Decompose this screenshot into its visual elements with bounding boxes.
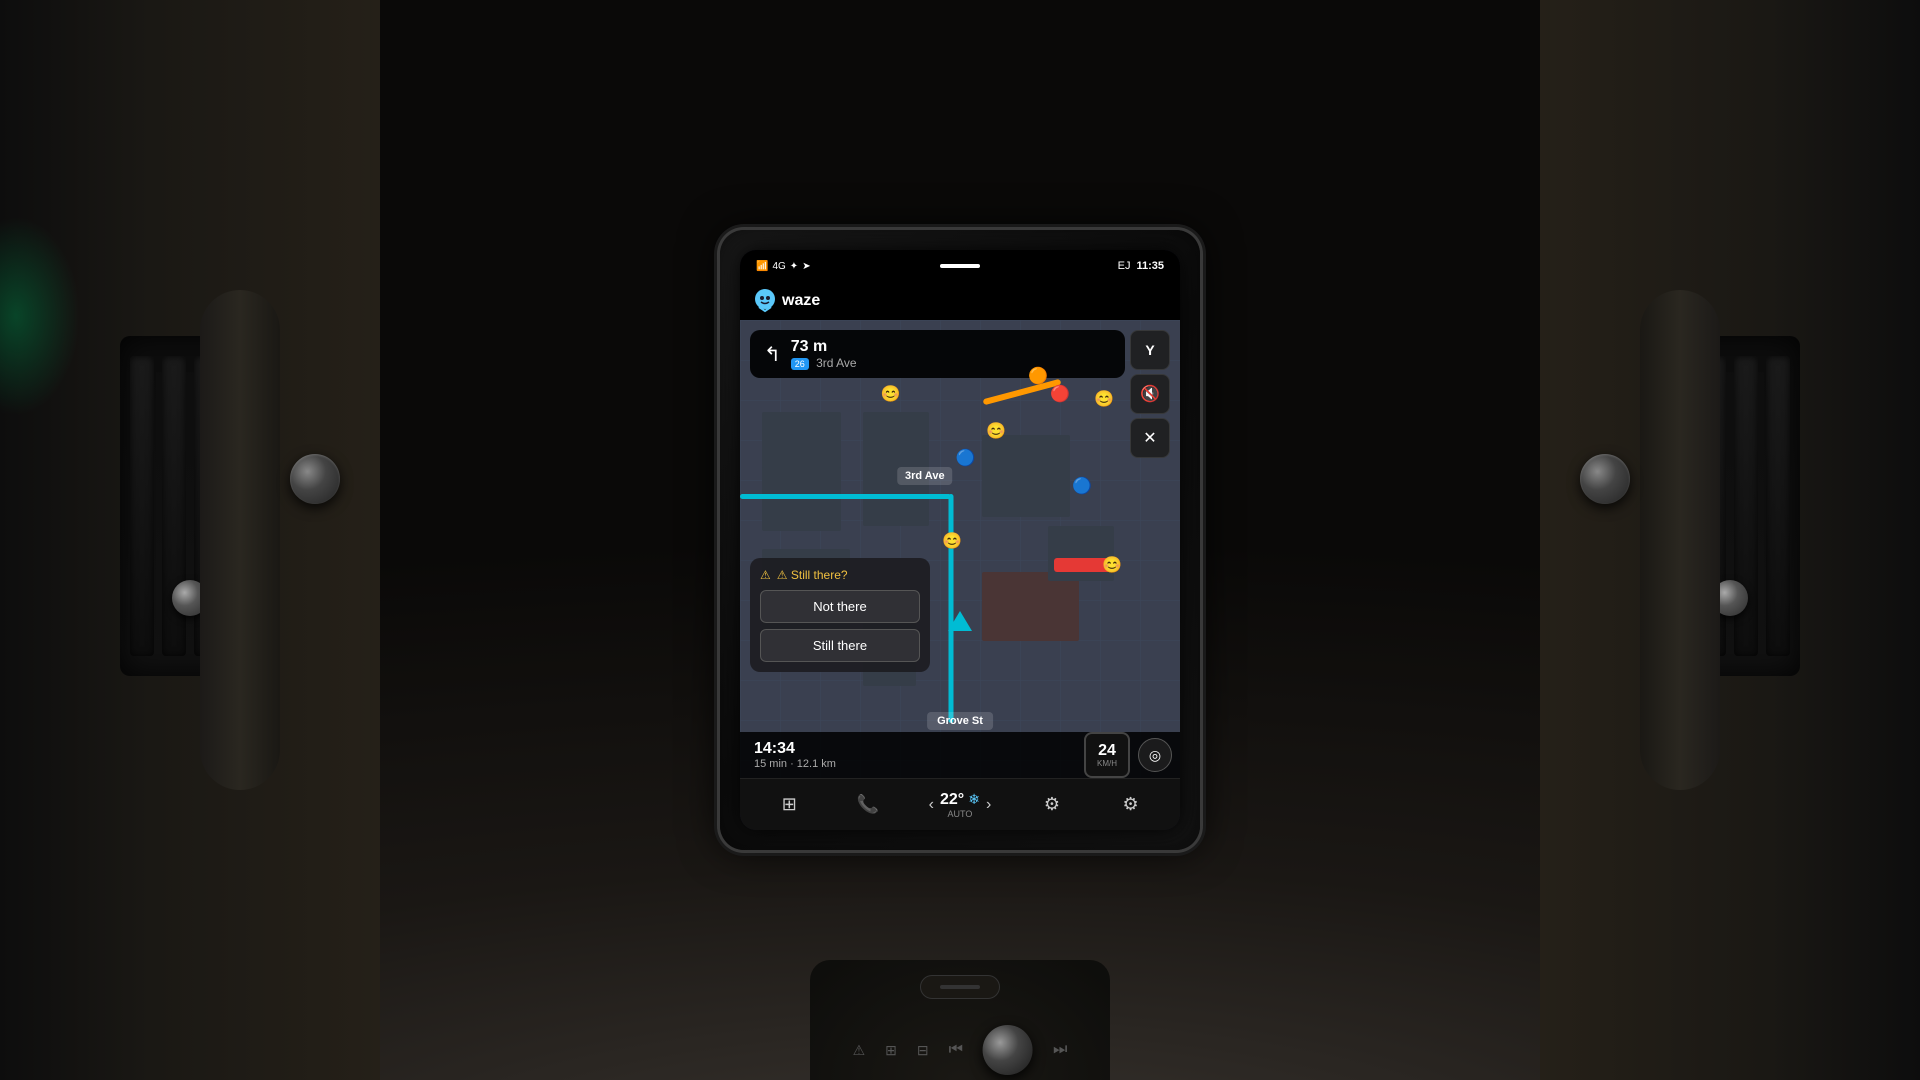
filter-icon: Y — [1145, 342, 1154, 358]
console-button[interactable] — [920, 975, 1000, 999]
prev-control-icon[interactable]: ⏮ — [949, 1041, 963, 1059]
recenter-icon: ◎ — [1149, 747, 1161, 764]
status-left: 📶 4G ✦ ➤ — [756, 261, 811, 272]
hazard-marker: 🔴 — [1050, 384, 1070, 404]
snowflake-icon: ❄ — [968, 791, 980, 808]
user-initials: EJ — [1118, 260, 1131, 272]
filter-button[interactable]: Y — [1130, 330, 1170, 370]
next-control-icon[interactable]: ⏭ — [1053, 1041, 1067, 1059]
road-name: 3rd Ave — [816, 356, 856, 370]
left-knob[interactable] — [290, 454, 340, 504]
speed-unit: KM/H — [1097, 759, 1117, 768]
still-there-button[interactable]: Still there — [760, 629, 920, 662]
traffic-block: 😊 — [1054, 558, 1114, 572]
waze-header: waze — [740, 282, 1180, 320]
ambient-light-left — [0, 216, 80, 416]
building-block — [982, 435, 1070, 517]
nav-road: 26 3rd Ave — [791, 356, 857, 370]
map-controls: Y 🔇 ✕ — [1130, 330, 1170, 458]
speed-value: 24 — [1098, 743, 1116, 759]
right-leather-trim — [1640, 290, 1720, 790]
right-knob[interactable] — [1580, 454, 1630, 504]
left-panel — [0, 0, 380, 1080]
climate-mode: AUTO — [940, 809, 980, 819]
right-panel — [1540, 0, 1920, 1080]
close-button[interactable]: ✕ — [1130, 418, 1170, 458]
phone-screen: 📶 4G ✦ ➤ EJ 11:35 — [740, 250, 1180, 830]
building-block-red — [982, 572, 1079, 641]
home-button[interactable]: ⊞ — [771, 787, 807, 823]
status-right: EJ 11:35 — [1118, 260, 1164, 272]
signal-type: 4G — [772, 261, 785, 272]
nav-details: 73 m 26 3rd Ave — [791, 338, 857, 370]
temp-right-arrow[interactable]: › — [986, 796, 991, 814]
close-icon: ✕ — [1143, 428, 1156, 448]
temp-value: 22° — [940, 791, 964, 809]
temp-readout: 22° ❄ AUTO — [940, 791, 980, 819]
waze-logo-icon — [754, 289, 776, 313]
settings-button[interactable]: ⚙ — [1113, 787, 1149, 823]
user-emoji-4: 🔵 — [1072, 476, 1092, 496]
nav-instruction-bar: ↰ 73 m 26 3rd Ave — [750, 330, 1125, 378]
car-interior: 📶 4G ✦ ➤ EJ 11:35 — [0, 0, 1920, 1080]
left-leather-trim — [200, 290, 280, 790]
user-emoji-6: 😊 — [942, 531, 962, 551]
bluetooth-icon: ✦ — [790, 261, 798, 272]
display-surround: 📶 4G ✦ ➤ EJ 11:35 — [720, 230, 1200, 850]
eta-info: 14:34 15 min · 12.1 km — [754, 740, 836, 770]
phone-icon: 📞 — [857, 794, 879, 815]
not-there-button[interactable]: Not there — [760, 590, 920, 623]
user-emoji-3: 😊 — [1094, 389, 1114, 409]
time-display: 11:35 — [1136, 260, 1164, 272]
menu-control-icon[interactable]: ⊞ — [885, 1042, 897, 1059]
phone-button[interactable]: 📞 — [850, 787, 886, 823]
map-area[interactable]: 😊 ↰ 73 m 26 3rd Ave — [740, 320, 1180, 778]
third-ave-label: 3rd Ave — [897, 467, 953, 485]
popup-title: ⚠ ⚠ Still there? — [760, 568, 920, 582]
user-location-marker — [948, 611, 972, 631]
center-console-knob[interactable] — [983, 1025, 1033, 1075]
route-line-vertical — [949, 494, 954, 723]
steering-icon: ⚙ — [1044, 794, 1060, 815]
grove-st-label: Grove St — [927, 712, 993, 730]
warning-icon: ⚠ — [760, 568, 771, 582]
warning-control-icon[interactable]: ⚠ — [853, 1042, 866, 1059]
turn-arrow-icon: ↰ — [764, 342, 781, 367]
nav-distance: 73 m — [791, 338, 857, 356]
road-badge: 26 — [791, 358, 809, 370]
waze-logo: waze — [754, 289, 820, 313]
eta-time: 14:34 — [754, 740, 836, 758]
system-bar: ⊞ 📞 ‹ 22° ❄ AUTO — [740, 778, 1180, 830]
notch-bar — [940, 264, 980, 268]
speed-badge: 24 KM/H — [1084, 732, 1130, 778]
signal-icon: 📶 — [756, 261, 768, 272]
user-emoji-2: 😊 — [881, 384, 901, 404]
steering-button[interactable]: ⚙ — [1034, 787, 1070, 823]
user-emoji-1: 😊 — [986, 421, 1006, 441]
console-grip — [940, 985, 980, 989]
gps-icon: ➤ — [802, 261, 810, 272]
home-icon: ⊞ — [782, 794, 797, 815]
recenter-button[interactable]: ◎ — [1138, 738, 1172, 772]
status-bar: 📶 4G ✦ ➤ EJ 11:35 — [740, 250, 1180, 282]
settings-icon: ⚙ — [1123, 794, 1139, 815]
bottom-console: ⚠ ⊞ ⊟ ⏮ ⏭ — [810, 960, 1110, 1080]
info-marker: 🟠 — [1028, 366, 1048, 386]
app-name-label: waze — [782, 292, 820, 310]
temp-left-arrow[interactable]: ‹ — [929, 796, 934, 814]
grid-control-icon[interactable]: ⊟ — [917, 1042, 929, 1059]
climate-control: ‹ 22° ❄ AUTO › — [929, 791, 992, 819]
trip-info: 15 min · 12.1 km — [754, 758, 836, 770]
volume-icon: 🔇 — [1140, 384, 1160, 404]
route-line-horizontal — [740, 494, 951, 499]
steering-controls: ⚠ ⊞ ⊟ ⏮ ⏭ — [853, 1025, 1068, 1075]
bottom-info-bar: 14:34 15 min · 12.1 km 24 KM/H ◎ — [740, 732, 1180, 778]
volume-button[interactable]: 🔇 — [1130, 374, 1170, 414]
still-there-popup: ⚠ ⚠ Still there? Not there Still there — [750, 558, 930, 672]
user-emoji-5: 🔵 — [956, 448, 976, 468]
popup-title-text: ⚠ Still there? — [777, 568, 848, 582]
display-frame: 📶 4G ✦ ➤ EJ 11:35 — [740, 250, 1180, 830]
